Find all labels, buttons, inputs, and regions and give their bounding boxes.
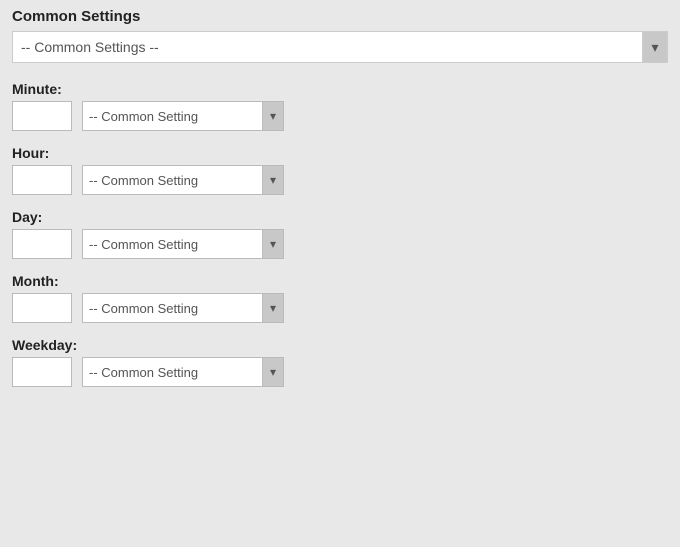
month-select-arrow-icon[interactable] [262,293,284,323]
minute-select[interactable]: -- Common Setting [82,101,262,131]
day-text-input[interactable] [12,229,72,259]
weekday-row: -- Common Setting [12,357,668,387]
hour-row: -- Common Setting [12,165,668,195]
hour-text-input[interactable] [12,165,72,195]
day-select[interactable]: -- Common Setting [82,229,262,259]
hour-select-wrapper: -- Common Setting [82,165,284,195]
day-label: Day: [12,209,668,225]
hour-select[interactable]: -- Common Setting [82,165,262,195]
month-select[interactable]: -- Common Setting [82,293,262,323]
day-row: -- Common Setting [12,229,668,259]
weekday-label: Weekday: [12,337,668,353]
field-group-day: Day: -- Common Setting [12,209,668,259]
top-select-arrow-icon[interactable] [642,31,668,63]
common-settings-top-select[interactable]: -- Common Settings -- [12,31,642,63]
field-group-hour: Hour: -- Common Setting [12,145,668,195]
month-label: Month: [12,273,668,289]
day-select-arrow-icon[interactable] [262,229,284,259]
month-text-input[interactable] [12,293,72,323]
minute-row: -- Common Setting [12,101,668,131]
minute-text-input[interactable] [12,101,72,131]
weekday-select-wrapper: -- Common Setting [82,357,284,387]
weekday-select-arrow-icon[interactable] [262,357,284,387]
top-select-wrapper: -- Common Settings -- [12,31,668,63]
field-group-minute: Minute: -- Common Setting [12,81,668,131]
page-title: Common Settings [12,8,668,25]
month-select-wrapper: -- Common Setting [82,293,284,323]
month-row: -- Common Setting [12,293,668,323]
fields-container: Minute: -- Common Setting Hour: -- Common S… [12,81,668,387]
minute-select-arrow-icon[interactable] [262,101,284,131]
field-group-month: Month: -- Common Setting [12,273,668,323]
weekday-select[interactable]: -- Common Setting [82,357,262,387]
minute-label: Minute: [12,81,668,97]
minute-select-wrapper: -- Common Setting [82,101,284,131]
field-group-weekday: Weekday: -- Common Setting [12,337,668,387]
hour-label: Hour: [12,145,668,161]
day-select-wrapper: -- Common Setting [82,229,284,259]
hour-select-arrow-icon[interactable] [262,165,284,195]
weekday-text-input[interactable] [12,357,72,387]
